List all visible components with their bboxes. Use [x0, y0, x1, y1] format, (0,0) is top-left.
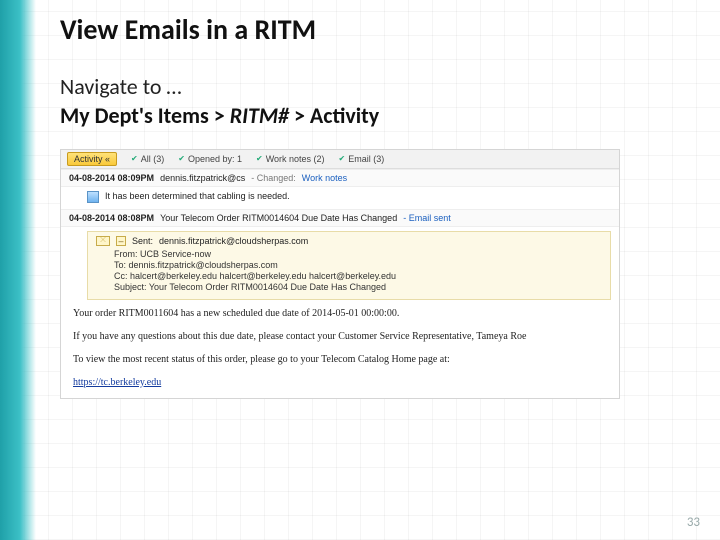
- email-to: dennis.fitzpatrick@cloudsherpas.com: [129, 260, 278, 270]
- entry-changed-field: Work notes: [302, 173, 347, 183]
- entry-user: dennis.fitzpatrick@cs: [160, 173, 245, 183]
- nav-path-prefix: My Dept's Items >: [60, 102, 230, 129]
- envelope-icon: [96, 236, 110, 246]
- navigate-label: Navigate to …: [60, 73, 700, 102]
- email-sent-value: dennis.fitzpatrick@cloudsherpas.com: [159, 236, 308, 246]
- entry-timestamp: 04-08-2014 08:09PM: [69, 173, 154, 183]
- activity-entry-header: 04-08-2014 08:08PM Your Telecom Order RI…: [61, 210, 619, 227]
- slide-title: View Emails in a RITM: [60, 12, 700, 47]
- activity-entry-header: 04-08-2014 08:09PM dennis.fitzpatrick@cs…: [61, 170, 619, 187]
- email-header-block: – Sent: dennis.fitzpatrick@cloudsherpas.…: [87, 231, 611, 300]
- email-from: UCB Service-now: [140, 249, 211, 259]
- entry-subject: Your Telecom Order RITM0014604 Due Date …: [160, 213, 397, 223]
- activity-entry-email: 04-08-2014 08:08PM Your Telecom Order RI…: [61, 209, 619, 390]
- nav-path-suffix: > Activity: [289, 102, 379, 129]
- nav-path-ritm: RITM#: [230, 102, 289, 129]
- email-sent-label: Sent:: [132, 236, 153, 246]
- page-number: 33: [687, 515, 700, 530]
- filter-all[interactable]: All (3): [131, 154, 164, 164]
- email-body-link[interactable]: https://tc.berkeley.edu: [73, 377, 161, 388]
- email-body-line3: To view the most recent status of this o…: [73, 352, 607, 367]
- activity-toggle-button[interactable]: Activity «: [67, 152, 117, 166]
- activity-stream-screenshot: Activity « All (3) Opened by: 1 Work not…: [60, 149, 620, 399]
- email-body: Your order RITM0011604 has a new schedul…: [73, 306, 607, 390]
- activity-entry-worknote: 04-08-2014 08:09PM dennis.fitzpatrick@cs…: [61, 169, 619, 209]
- filter-email[interactable]: Email (3): [339, 154, 385, 164]
- slide-accent-bar: [0, 0, 36, 540]
- email-cc: halcert@berkeley.edu halcert@berkeley.ed…: [130, 271, 396, 281]
- slide-content: View Emails in a RITM Navigate to … My D…: [60, 12, 700, 528]
- filter-work-notes[interactable]: Work notes (2): [256, 154, 325, 164]
- navigate-path: My Dept's Items > RITM# > Activity: [60, 102, 700, 129]
- activity-filter-bar: Activity « All (3) Opened by: 1 Work not…: [61, 150, 619, 169]
- filter-opened-by[interactable]: Opened by: 1: [178, 154, 242, 164]
- worknote-text: It has been determined that cabling is n…: [105, 191, 290, 201]
- worknote-icon: [87, 191, 99, 203]
- email-body-line1: Your order RITM0011604 has a new schedul…: [73, 306, 607, 321]
- entry-timestamp: 04-08-2014 08:08PM: [69, 213, 154, 223]
- entry-changed-prefix: - Changed:: [251, 173, 296, 183]
- collapse-icon[interactable]: –: [116, 236, 126, 246]
- activity-entry-body: It has been determined that cabling is n…: [61, 187, 619, 209]
- email-body-line2: If you have any questions about this due…: [73, 329, 607, 344]
- email-subject: Your Telecom Order RITM0014604 Due Date …: [149, 282, 386, 292]
- entry-email-sent-tag: - Email sent: [403, 213, 451, 223]
